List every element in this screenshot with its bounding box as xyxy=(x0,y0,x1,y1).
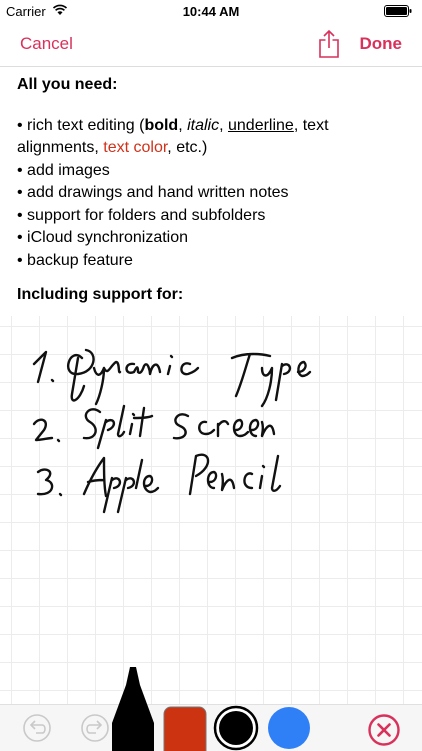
list-item-text: , text xyxy=(293,116,329,134)
redo-icon[interactable] xyxy=(80,713,110,743)
separator-text: , xyxy=(219,116,228,134)
handwriting-layer xyxy=(32,348,312,514)
note-text-area[interactable]: All you need: • rich text editing (bold,… xyxy=(17,70,412,307)
drawing-toolbar xyxy=(0,667,422,751)
section-heading-2: Including support for: xyxy=(17,286,184,303)
color-black-swatch[interactable] xyxy=(212,705,260,751)
list-item: • rich text editing (bold, italic, under… xyxy=(17,115,412,138)
list-item: alignments, text color, etc.) xyxy=(17,137,412,160)
red-text: text color xyxy=(103,139,168,156)
section-heading: All you need: xyxy=(17,76,118,93)
italic-text: italic xyxy=(187,116,220,134)
list-item-text: alignments, xyxy=(17,139,104,156)
handwriting-line-2 xyxy=(32,404,276,450)
list-item: • backup feature xyxy=(17,251,133,269)
pen-tool-icon[interactable] xyxy=(108,663,158,751)
handwriting-line-3 xyxy=(36,453,282,514)
done-button[interactable]: Done xyxy=(360,34,403,54)
handwriting-line-1 xyxy=(32,348,312,408)
underline-text: underline xyxy=(228,116,294,134)
status-time: 10:44 AM xyxy=(182,4,240,19)
list-item: • add drawings and hand written notes xyxy=(17,184,289,201)
status-bar: Carrier 10:44 AM xyxy=(0,0,422,24)
share-icon[interactable] xyxy=(318,29,340,59)
marker-tool-icon[interactable] xyxy=(163,706,207,751)
list-item: • support for folders and subfolders xyxy=(17,206,266,224)
cancel-button[interactable]: Cancel xyxy=(20,34,73,54)
list-item-text: • rich text editing ( xyxy=(17,116,145,134)
feature-list: • rich text editing (bold, italic, under… xyxy=(17,115,412,273)
list-item: • iCloud synchronization xyxy=(17,229,189,246)
separator-text: , xyxy=(178,116,188,134)
bold-text: bold xyxy=(144,116,179,134)
close-drawing-icon[interactable] xyxy=(367,713,401,747)
color-blue-swatch[interactable] xyxy=(266,706,312,750)
list-item-text: , etc.) xyxy=(167,139,208,156)
battery-icon xyxy=(384,5,412,17)
undo-icon[interactable] xyxy=(22,713,52,743)
list-item: • add images xyxy=(17,161,110,179)
nav-bar: Cancel Done xyxy=(0,24,422,67)
drawing-canvas[interactable] xyxy=(0,316,422,704)
